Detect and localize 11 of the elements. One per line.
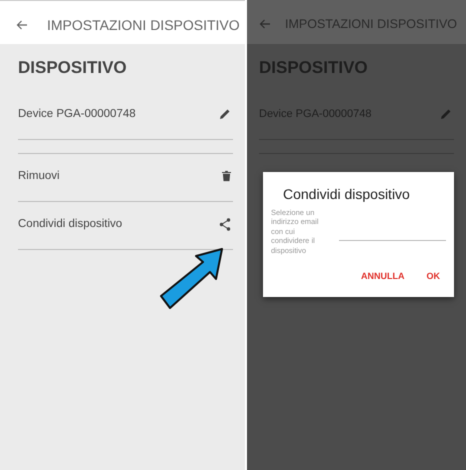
back-arrow-icon[interactable]	[16, 20, 28, 30]
pointer-arrow-drawing	[158, 248, 224, 310]
pencil-icon[interactable]	[219, 108, 231, 120]
setting-label: Device PGA-00000748	[18, 108, 136, 120]
screen-title: IMPOSTAZIONI DISPOSITIVO	[47, 16, 240, 32]
share-icon[interactable]	[219, 218, 231, 231]
dialog-title: Condividi dispositivo	[283, 186, 411, 202]
setting-label: Rimuovi	[18, 170, 60, 182]
section-title: DISPOSITIVO	[18, 58, 128, 78]
trash-icon[interactable]	[222, 170, 231, 182]
setting-label: Condividi dispositivo	[18, 218, 122, 230]
